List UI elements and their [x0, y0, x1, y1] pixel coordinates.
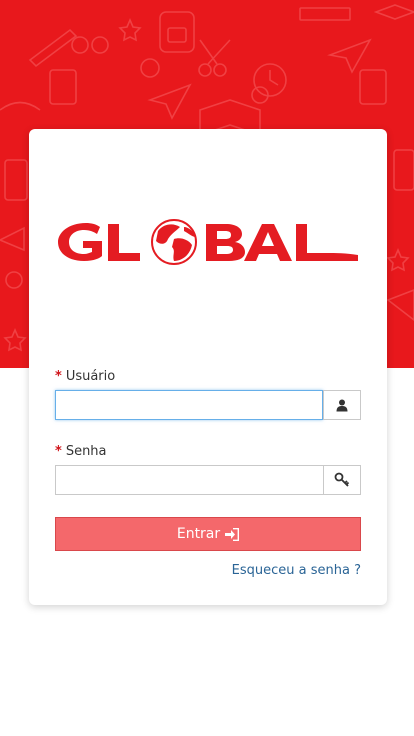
login-button-label: Entrar [176, 526, 221, 542]
password-label: * Senha [55, 444, 107, 459]
login-button[interactable]: Entrar [55, 517, 361, 551]
required-mark: * [55, 444, 62, 459]
password-input[interactable] [55, 465, 323, 495]
global-logo [58, 219, 358, 265]
forgot-password-link[interactable]: Esqueceu a senha ? [232, 563, 361, 578]
sign-in-icon [225, 527, 240, 541]
username-label-text: Usuário [65, 369, 116, 384]
key-icon [323, 465, 361, 495]
user-icon [323, 390, 361, 420]
username-label: * Usuário [55, 369, 115, 384]
required-mark: * [55, 369, 62, 384]
username-input[interactable] [55, 390, 323, 420]
password-group [55, 465, 361, 495]
password-label-text: Senha [65, 444, 107, 459]
login-card: * Usuário * Senha Entrar Esqueceu a senha … [29, 129, 387, 605]
username-group [55, 390, 361, 420]
